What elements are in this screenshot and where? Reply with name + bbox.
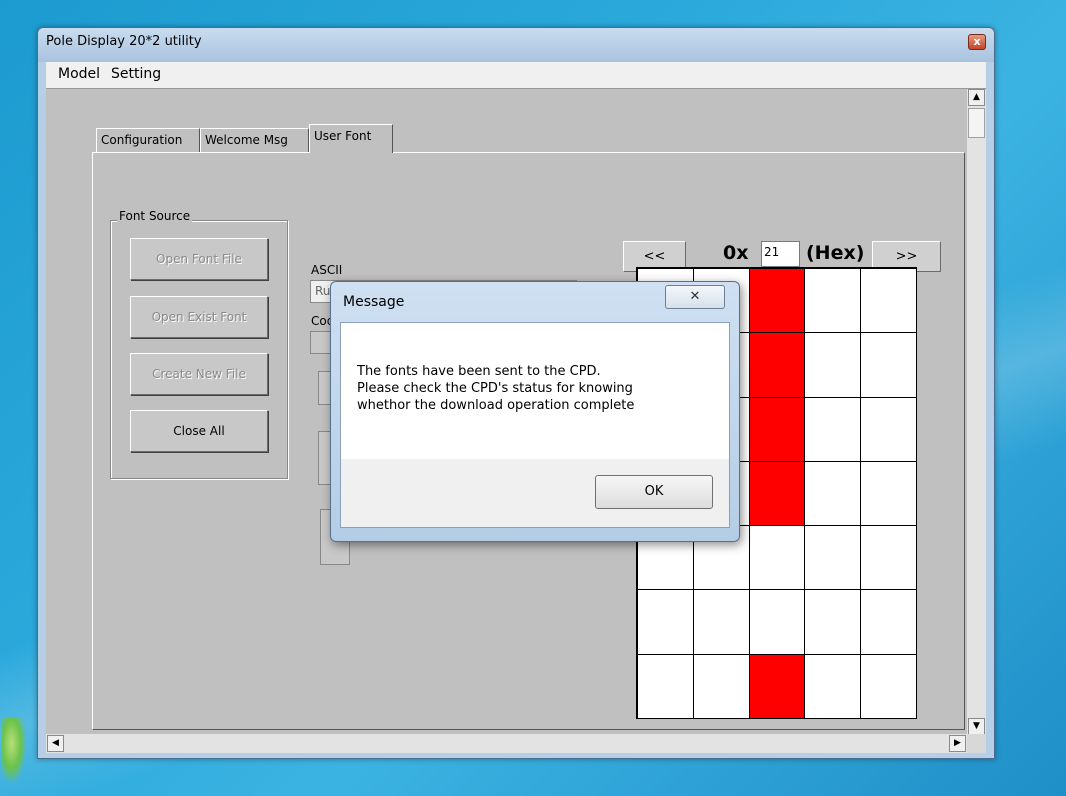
glyph-pixel-cell[interactable] [860,525,917,591]
glyph-pixel-cell[interactable] [860,589,917,655]
glyph-pixel-cell[interactable] [860,268,917,334]
glyph-pixel-cell[interactable] [804,268,862,334]
scroll-up-icon[interactable]: ▲ [968,89,985,106]
glyph-pixel-cell[interactable] [748,525,806,591]
hex-code-input[interactable]: 21 [761,241,800,267]
window-close-button[interactable]: x [968,34,986,50]
dialog-footer: OK [341,459,729,527]
horizontal-scrollbar[interactable]: ◀ ▶ [46,734,967,753]
message-dialog: Message ✕ The fonts have been sent to th… [330,281,740,542]
resize-grip-icon[interactable] [967,734,986,753]
ascii-label: ASCII [311,263,343,277]
scroll-down-icon[interactable]: ▼ [968,718,985,735]
glyph-pixel-cell[interactable] [692,653,750,719]
scroll-left-icon[interactable]: ◀ [47,735,64,752]
dialog-message: The fonts have been sent to the CPD. Ple… [357,363,717,414]
app-window: Pole Display 20*2 utility x Model Settin… [37,27,995,759]
menu-setting[interactable]: Setting [111,66,161,82]
ok-button[interactable]: OK [595,475,713,509]
dialog-message-line: The fonts have been sent to the CPD. [357,364,601,379]
dialog-body: The fonts have been sent to the CPD. Ple… [340,322,730,528]
window-title: Pole Display 20*2 utility [46,34,202,49]
glyph-pixel-cell[interactable] [804,525,862,591]
glyph-pixel-cell[interactable] [637,653,694,719]
glyph-pixel-cell[interactable] [748,589,806,655]
desktop-leaf-decoration [2,718,26,782]
title-bar: Pole Display 20*2 utility x [38,28,994,62]
glyph-pixel-cell[interactable] [748,396,806,462]
font-source-legend: Font Source [117,209,193,223]
glyph-pixel-cell[interactable] [804,653,862,719]
tab-user-font[interactable]: User Font [309,124,393,153]
tab-configuration[interactable]: Configuration [96,128,200,152]
glyph-pixel-cell[interactable] [748,653,806,719]
glyph-pixel-cell[interactable] [804,396,862,462]
create-new-file-button[interactable]: Create New File [130,353,268,395]
vertical-scroll-thumb[interactable] [968,108,985,138]
glyph-pixel-cell[interactable] [804,460,862,527]
glyph-pixel-cell[interactable] [860,332,917,398]
open-exist-font-button[interactable]: Open Exist Font [130,296,268,338]
dialog-title: Message [343,294,405,310]
tab-welcome-msg[interactable]: Welcome Msg [200,128,309,152]
hex-suffix: (Hex) [806,242,865,264]
open-font-file-button[interactable]: Open Font File [130,238,268,280]
menu-model[interactable]: Model [58,66,100,82]
glyph-pixel-cell[interactable] [804,332,862,398]
glyph-pixel-cell[interactable] [860,396,917,462]
hex-prefix: 0x [723,242,749,264]
glyph-pixel-cell[interactable] [860,653,917,719]
glyph-pixel-cell[interactable] [748,460,806,527]
glyph-pixel-cell[interactable] [748,268,806,334]
dialog-message-line: whethor the download operation complete [357,398,635,413]
glyph-pixel-cell[interactable] [748,332,806,398]
dialog-message-line: Please check the CPD's status for knowin… [357,381,633,396]
dialog-close-button[interactable]: ✕ [665,285,725,309]
glyph-pixel-cell[interactable] [637,589,694,655]
close-all-button[interactable]: Close All [130,410,268,452]
scroll-right-icon[interactable]: ▶ [949,735,966,752]
glyph-pixel-cell[interactable] [692,589,750,655]
glyph-pixel-cell[interactable] [860,460,917,527]
glyph-pixel-cell[interactable] [804,589,862,655]
menu-bar: Model Setting [46,62,986,88]
vertical-scrollbar[interactable]: ▲ ▼ [967,89,986,735]
